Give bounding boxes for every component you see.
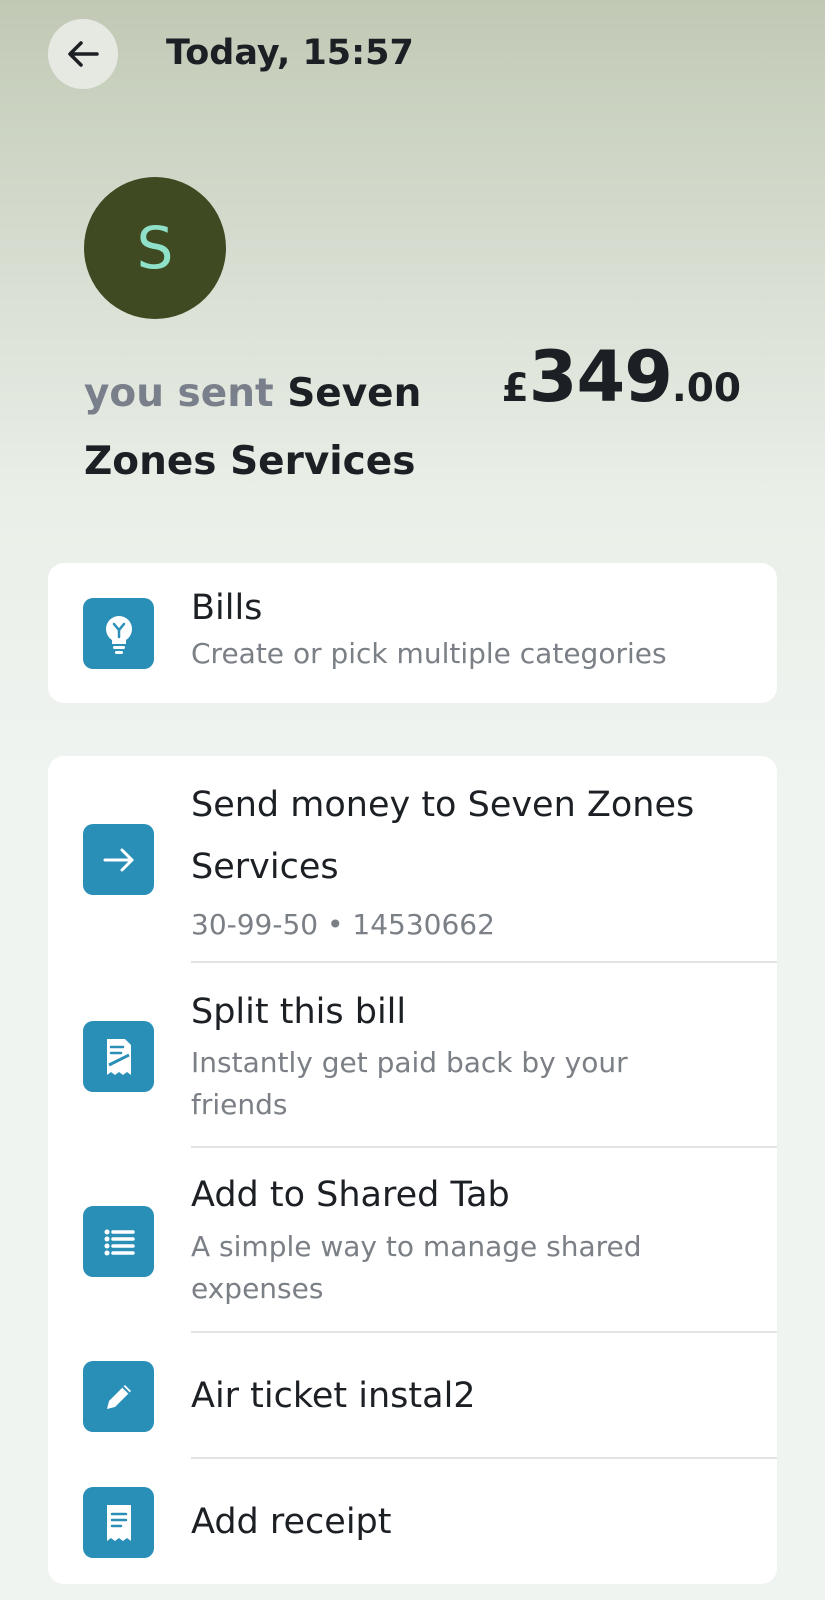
- sent-prefix: you sent: [84, 371, 274, 416]
- arrow-left-icon: [68, 41, 99, 67]
- send-money-row[interactable]: Send money to Seven Zones Services 30-99…: [48, 756, 777, 962]
- split-receipt-icon: [83, 1021, 154, 1092]
- pencil-icon: [83, 1361, 154, 1432]
- category-subtitle: Create or pick multiple categories: [191, 637, 667, 670]
- add-receipt-title: Add receipt: [191, 1502, 392, 1542]
- split-bill-row[interactable]: Split this bill Instantly get paid back …: [48, 963, 777, 1147]
- payee-avatar: S: [84, 177, 226, 319]
- amount-minor: .00: [671, 366, 741, 411]
- list-icon: [83, 1206, 154, 1277]
- transaction-time: Today, 15:57: [166, 33, 414, 73]
- note-title: Air ticket instal2: [191, 1376, 476, 1416]
- avatar-letter: S: [136, 214, 174, 282]
- actions-card: Send money to Seven Zones Services 30-99…: [48, 756, 777, 1584]
- receipt-icon: [83, 1487, 154, 1558]
- payment-amount: £349.00: [502, 336, 741, 418]
- back-button[interactable]: [48, 19, 118, 89]
- category-card: Bills Create or pick multiple categories: [48, 563, 777, 703]
- category-title: Bills: [191, 588, 263, 628]
- amount-major: 349: [528, 336, 673, 418]
- shared-tab-row[interactable]: Add to Shared Tab A simple way to manage…: [48, 1148, 777, 1332]
- split-bill-subtitle: Instantly get paid back by your friends: [191, 1046, 628, 1121]
- shared-tab-subtitle: A simple way to manage shared expenses: [191, 1230, 642, 1305]
- note-row[interactable]: Air ticket instal2: [48, 1333, 777, 1458]
- split-bill-title: Split this bill: [191, 992, 407, 1032]
- payment-description: you sent Seven Zones Services: [84, 360, 464, 496]
- arrow-right-icon: [83, 824, 154, 895]
- send-money-account: 30-99-50 • 14530662: [191, 908, 495, 941]
- add-receipt-row[interactable]: Add receipt: [48, 1459, 777, 1584]
- shared-tab-title: Add to Shared Tab: [191, 1175, 510, 1215]
- lightbulb-icon: [83, 598, 154, 669]
- category-row[interactable]: Bills Create or pick multiple categories: [48, 563, 777, 703]
- send-money-title: Send money to Seven Zones Services: [191, 785, 695, 887]
- amount-currency: £: [501, 366, 529, 411]
